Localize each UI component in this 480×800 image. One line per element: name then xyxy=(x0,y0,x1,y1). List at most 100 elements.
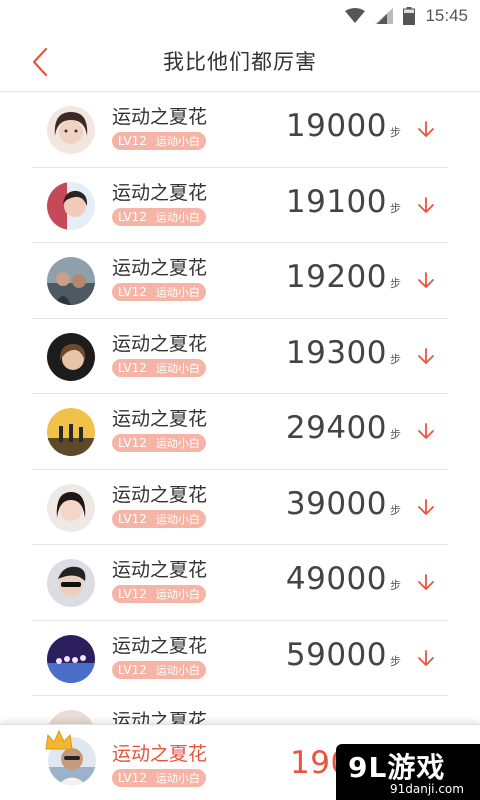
level-badge: LV12 运动小白 xyxy=(112,132,206,150)
signal-icon xyxy=(375,8,394,24)
step-count: 19200 xyxy=(285,259,387,295)
level-badge: LV12 运动小白 xyxy=(112,509,206,528)
user-avatar[interactable] xyxy=(47,559,95,607)
level-badge: LV12 运动小白 xyxy=(112,358,206,377)
ranking-row[interactable]: 运动之夏花 LV12 运动小白 49000 步 xyxy=(32,545,448,621)
battery-icon xyxy=(403,7,416,25)
page-title: 我比他们都厉害 xyxy=(163,50,317,74)
expand-arrow-button[interactable] xyxy=(414,269,438,293)
step-unit: 步 xyxy=(390,201,401,215)
rank-title: 运动小白 xyxy=(155,286,200,299)
expand-arrow-button[interactable] xyxy=(414,118,438,142)
level-badge: LV12 运动小白 xyxy=(112,660,206,679)
status-icons: 15:45 xyxy=(345,5,468,27)
step-count: 29400 xyxy=(285,410,387,446)
step-count: 19100 xyxy=(285,183,387,220)
user-avatar[interactable] xyxy=(47,106,95,154)
step-count-group: 49000 步 xyxy=(286,561,401,597)
user-avatar[interactable] xyxy=(47,634,95,683)
level-badge: LV12 运动小白 xyxy=(112,283,206,301)
step-count: 19300 xyxy=(285,334,387,371)
step-count-group: 19000 步 xyxy=(286,108,401,144)
ranking-row[interactable]: 运动之夏花LV12运动小白 xyxy=(32,696,448,724)
chevron-down-icon xyxy=(418,574,434,590)
step-count-group: 59000 步 xyxy=(286,637,401,673)
crown-icon xyxy=(45,729,73,750)
user-avatar[interactable] xyxy=(47,181,95,230)
step-unit: 步 xyxy=(390,277,401,290)
expand-arrow-button[interactable] xyxy=(414,420,438,444)
ranking-row[interactable]: 运动之夏花 LV12 运动小白 59000 步 xyxy=(32,621,448,696)
step-count-group: 19100 步 xyxy=(286,184,401,220)
rank-title: 运动小白 xyxy=(155,512,200,526)
step-count-group: 19300 步 xyxy=(286,335,401,371)
expand-arrow-button[interactable] xyxy=(414,647,438,671)
expand-arrow-button[interactable] xyxy=(414,571,438,595)
step-count: 39000 xyxy=(285,485,387,522)
chevron-down-icon xyxy=(418,649,434,666)
ranking-row[interactable]: 运动之夏花 LV12 运动小白 19300 步 xyxy=(32,319,448,394)
user-avatar[interactable] xyxy=(47,332,95,381)
step-count-group: 19200 步 xyxy=(286,259,401,295)
level-label: LV12 xyxy=(118,771,147,785)
user-name: 运动之夏花 xyxy=(112,710,208,724)
step-unit: 步 xyxy=(390,126,401,139)
current-user-level-badge: LV12 运动小白 xyxy=(112,769,206,787)
ranking-list[interactable]: 运动之夏花 LV12 运动小白 19000 步运动之夏花 LV12 运动小白 19100 步运动… xyxy=(0,92,480,724)
user-name: 运动之夏花 xyxy=(112,634,208,657)
expand-arrow-button[interactable] xyxy=(414,194,438,218)
nav-bar: 我比他们都厉害 xyxy=(0,32,480,92)
chevron-down-icon xyxy=(418,196,434,213)
site-watermark: 9L游戏 91danji.com xyxy=(336,744,480,800)
ranking-row[interactable]: 运动之夏花 LV12 运动小白 29400 步 xyxy=(32,394,448,470)
level-badge: LV12 运动小白 xyxy=(112,585,206,603)
level-label: LV12 xyxy=(118,134,147,148)
rank-title: 运动小白 xyxy=(155,437,200,450)
level-label: LV12 xyxy=(118,511,147,526)
user-name: 运动之夏花 xyxy=(112,559,208,581)
step-count: 59000 xyxy=(285,636,387,673)
ranking-row[interactable]: 运动之夏花 LV12 运动小白 19200 步 xyxy=(32,243,448,319)
user-name: 运动之夏花 xyxy=(112,106,208,128)
rank-title: 运动小白 xyxy=(155,135,200,148)
user-name: 运动之夏花 xyxy=(112,181,208,204)
user-name: 运动之夏花 xyxy=(112,408,208,430)
user-avatar[interactable] xyxy=(47,408,95,456)
user-name: 运动之夏花 xyxy=(112,332,208,355)
step-unit: 步 xyxy=(390,503,401,517)
rank-title: 运动小白 xyxy=(155,361,200,375)
chevron-down-icon xyxy=(418,347,434,364)
rank-title: 运动小白 xyxy=(155,588,200,601)
level-label: LV12 xyxy=(118,360,147,375)
watermark-url: 91danji.com xyxy=(390,782,464,796)
ranking-row[interactable]: 运动之夏花 LV12 运动小白 19100 步 xyxy=(32,168,448,243)
step-unit: 步 xyxy=(390,579,401,592)
step-count-group: 29400 步 xyxy=(286,410,401,446)
wifi-icon xyxy=(345,8,366,23)
user-avatar[interactable] xyxy=(47,710,95,724)
user-avatar[interactable] xyxy=(47,483,95,532)
level-label: LV12 xyxy=(118,436,147,450)
chevron-down-icon xyxy=(418,272,434,288)
expand-arrow-button[interactable] xyxy=(414,345,438,369)
step-count: 49000 xyxy=(285,561,387,597)
rank-title: 运动小白 xyxy=(155,663,200,677)
expand-arrow-button[interactable] xyxy=(414,496,438,520)
level-badge: LV12 运动小白 xyxy=(112,207,206,226)
status-bar: 15:45 xyxy=(0,0,480,32)
step-count: 19000 xyxy=(285,108,387,144)
watermark-logo-text: 9L游戏 xyxy=(348,751,446,784)
current-user-name: 运动之夏花 xyxy=(112,743,208,765)
step-count-group: 39000 步 xyxy=(286,486,401,522)
ranking-row[interactable]: 运动之夏花 LV12 运动小白 19000 步 xyxy=(32,92,448,168)
status-time: 15:45 xyxy=(425,6,468,25)
ranking-row[interactable]: 运动之夏花 LV12 运动小白 39000 步 xyxy=(32,470,448,545)
user-name: 运动之夏花 xyxy=(112,483,208,506)
step-unit: 步 xyxy=(390,654,401,668)
user-avatar[interactable] xyxy=(47,257,95,305)
level-label: LV12 xyxy=(118,209,147,224)
chevron-down-icon xyxy=(418,423,434,439)
level-label: LV12 xyxy=(118,587,147,601)
rank-title: 运动小白 xyxy=(155,210,200,224)
level-label: LV12 xyxy=(118,285,147,299)
